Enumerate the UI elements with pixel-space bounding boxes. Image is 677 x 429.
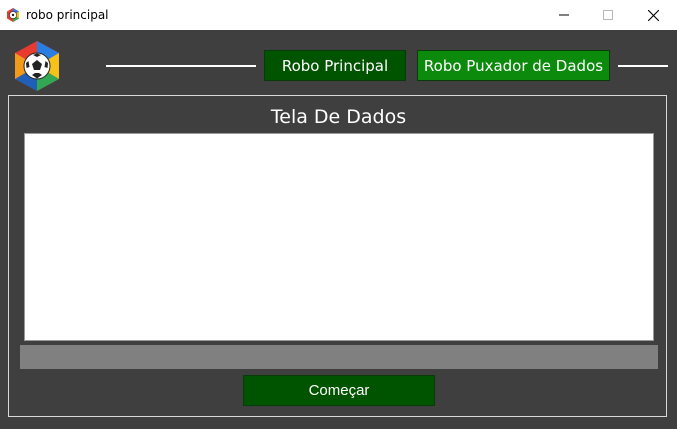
- window-title: robo principal: [26, 8, 109, 22]
- window-titlebar: robo principal: [0, 0, 677, 30]
- data-text-area[interactable]: [24, 133, 654, 341]
- close-icon: [647, 9, 659, 21]
- maximize-icon: [603, 10, 613, 20]
- panel-title: Tela De Dados: [270, 106, 407, 128]
- robo-puxador-button[interactable]: Robo Puxador de Dados: [417, 50, 610, 81]
- progress-bar: [20, 345, 658, 369]
- soccer-ball-logo: [12, 40, 62, 92]
- robo-principal-button[interactable]: Robo Principal: [264, 50, 406, 81]
- start-button[interactable]: Começar: [243, 375, 435, 406]
- app-logo-icon: [6, 7, 20, 22]
- minimize-button[interactable]: [541, 0, 587, 30]
- minimize-icon: [559, 14, 569, 16]
- header-divider-left: [106, 65, 256, 67]
- header-divider-right: [618, 65, 668, 67]
- close-button[interactable]: [630, 0, 676, 30]
- maximize-button[interactable]: [585, 0, 631, 30]
